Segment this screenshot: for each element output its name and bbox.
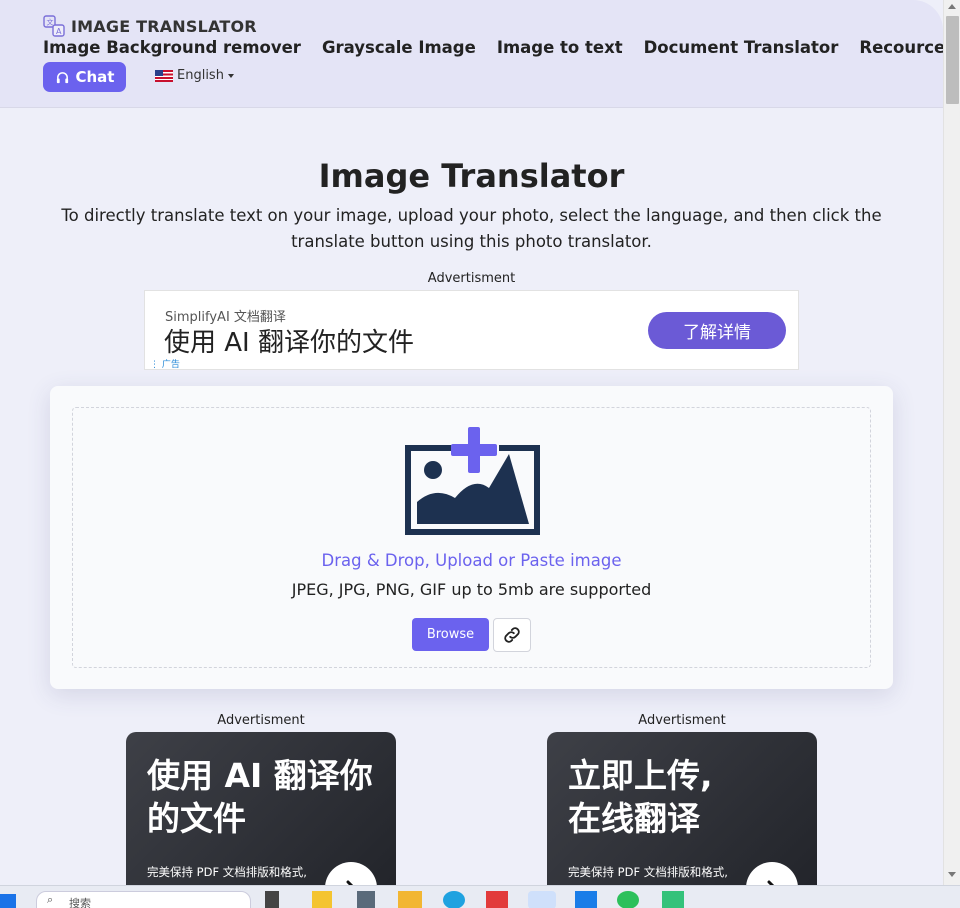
add-image-icon <box>405 427 540 535</box>
nav-background-remover[interactable]: Image Background remover <box>43 38 301 57</box>
nav-document-translator[interactable]: Document Translator <box>644 38 839 57</box>
chevron-down-icon <box>227 73 234 78</box>
image-dropzone[interactable]: Drag & Drop, Upload or Paste image JPEG,… <box>72 407 871 668</box>
windows-start-icon[interactable] <box>0 894 16 908</box>
ad-mark: ⋮ 广告 <box>150 357 180 370</box>
site-logo[interactable]: 文 A IMAGE TRANSLATOR <box>43 15 257 37</box>
ad-menu-icon: ⋮ <box>150 360 162 370</box>
sticky-notes-icon[interactable] <box>312 891 332 908</box>
ad-card-left[interactable]: 使用 AI 翻译你的文件 完美保持 PDF 文档排版和格式, <box>126 732 396 892</box>
nav-image-to-text[interactable]: Image to text <box>497 38 623 57</box>
scroll-down-icon[interactable] <box>948 872 956 877</box>
app-icon-active[interactable] <box>528 891 556 908</box>
url-link-button[interactable] <box>493 618 531 652</box>
page-subtitle: To directly translate text on your image… <box>61 206 882 251</box>
ad-card-right-title: 立即上传,在线翻译 <box>568 756 713 838</box>
headset-icon <box>56 71 68 83</box>
language-label: English <box>177 68 224 83</box>
calculator-icon[interactable] <box>357 891 375 908</box>
page-scrollbar[interactable] <box>943 0 960 885</box>
taskbar-search[interactable]: ⌕ 搜索 <box>36 891 251 908</box>
ad-card-right-sub: 完美保持 PDF 文档排版和格式, <box>568 865 728 879</box>
ad-card-left-sub: 完美保持 PDF 文档排版和格式, <box>147 865 307 879</box>
task-view-icon[interactable] <box>265 891 279 908</box>
app-icon-red[interactable] <box>486 891 508 908</box>
logo-text: IMAGE TRANSLATOR <box>71 16 257 36</box>
translate-logo-icon: 文 A <box>43 15 65 37</box>
nav-grayscale-image[interactable]: Grayscale Image <box>322 38 476 57</box>
supported-formats: JPEG, JPG, PNG, GIF up to 5mb are suppor… <box>291 580 652 599</box>
taskbar-search-placeholder: 搜索 <box>69 897 91 908</box>
wechat-icon[interactable] <box>617 891 639 908</box>
chat-button-label: Chat <box>75 68 115 86</box>
chat-button[interactable]: Chat <box>43 62 126 92</box>
svg-text:文: 文 <box>47 18 54 27</box>
browse-button[interactable]: Browse <box>412 618 489 651</box>
scroll-thumb[interactable] <box>946 16 959 104</box>
os-taskbar: ⌕ 搜索 <box>0 885 960 908</box>
main-nav: Image Background remover Grayscale Image… <box>43 38 960 57</box>
ad-cta-button[interactable]: 了解详情 <box>648 312 786 349</box>
svg-text:A: A <box>56 27 62 36</box>
app-icon-blue[interactable] <box>575 891 597 908</box>
ad-headline: 使用 AI 翻译你的文件 <box>164 328 414 358</box>
us-flag-icon <box>155 69 173 82</box>
file-explorer-icon[interactable] <box>398 891 422 908</box>
app-icon-green[interactable] <box>662 891 684 908</box>
ad-label-right: Advertisment <box>638 713 726 728</box>
ad-banner-top[interactable]: SimplifyAI 文档翻译 使用 AI 翻译你的文件 了解详情 ⋮ 广告 <box>144 290 799 370</box>
edge-browser-icon[interactable] <box>443 891 465 908</box>
scroll-up-icon[interactable] <box>948 4 956 9</box>
upload-card: Drag & Drop, Upload or Paste image JPEG,… <box>50 386 893 689</box>
drop-instructions[interactable]: Drag & Drop, Upload or Paste image <box>73 551 870 570</box>
ad-label-top: Advertisment <box>427 271 516 286</box>
page-title: Image Translator <box>318 157 625 195</box>
ad-mark-label: 广告 <box>161 360 180 370</box>
link-icon <box>504 627 520 643</box>
nav-resources-label: Recources <box>859 38 956 57</box>
search-icon: ⌕ <box>47 893 54 906</box>
site-header: 文 A IMAGE TRANSLATOR Image Background re… <box>0 0 960 108</box>
language-selector[interactable]: English <box>155 68 234 83</box>
ad-label-left: Advertisment <box>217 713 305 728</box>
ad-card-left-title: 使用 AI 翻译你的文件 <box>147 756 373 838</box>
ad-card-right[interactable]: 立即上传,在线翻译 完美保持 PDF 文档排版和格式, <box>547 732 817 892</box>
